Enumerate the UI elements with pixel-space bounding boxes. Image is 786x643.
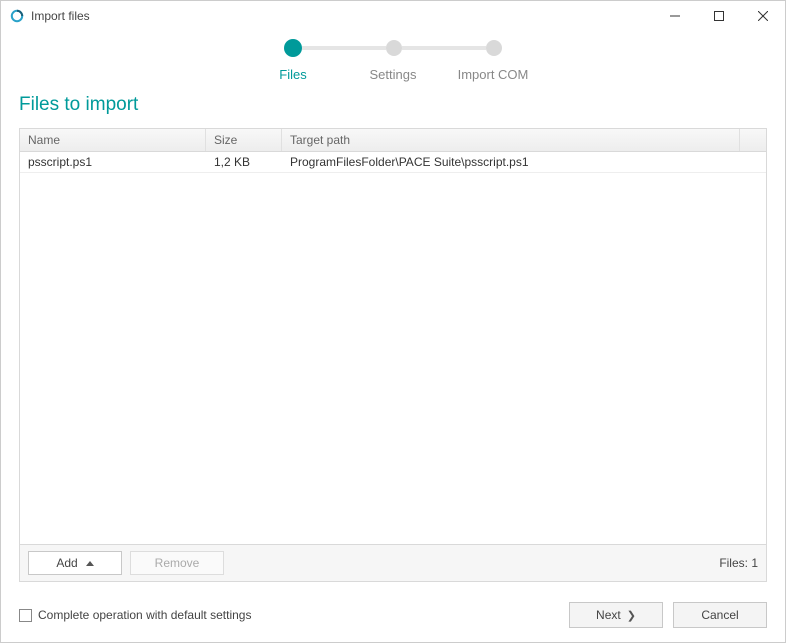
checkbox-label: Complete operation with default settings	[38, 608, 251, 622]
wizard-stepper: Files Settings Import COM	[1, 31, 785, 90]
app-icon	[9, 8, 25, 24]
column-header-size[interactable]: Size	[206, 129, 282, 151]
table-footer: Add Remove Files: 1	[20, 544, 766, 581]
close-button[interactable]	[741, 1, 785, 31]
cell-extra	[740, 152, 766, 172]
table-header: Name Size Target path	[20, 129, 766, 152]
cell-size: 1,2 KB	[206, 152, 282, 172]
titlebar: Import files	[1, 1, 785, 31]
add-button-label: Add	[56, 556, 77, 570]
step-dot-settings[interactable]	[386, 40, 402, 56]
maximize-button[interactable]	[697, 1, 741, 31]
chevron-right-icon: ❯	[627, 609, 636, 622]
cancel-button[interactable]: Cancel	[673, 602, 767, 628]
minimize-button[interactable]	[653, 1, 697, 31]
step-label-files[interactable]: Files	[243, 67, 343, 82]
column-header-name[interactable]: Name	[20, 129, 206, 151]
window-title: Import files	[31, 9, 90, 23]
next-button[interactable]: Next ❯	[569, 602, 663, 628]
add-button[interactable]: Add	[28, 551, 122, 575]
checkbox-icon	[19, 609, 32, 622]
step-line	[402, 46, 486, 50]
step-line	[302, 46, 386, 50]
column-header-extra	[740, 129, 766, 151]
bottom-bar: Complete operation with default settings…	[1, 592, 785, 642]
step-dot-files[interactable]	[284, 39, 302, 57]
files-count: Files: 1	[719, 556, 758, 570]
next-button-label: Next	[596, 608, 621, 622]
section-title: Files to import	[19, 94, 767, 116]
cell-name: psscript.ps1	[20, 152, 206, 172]
remove-button-label: Remove	[155, 556, 200, 570]
cell-path: ProgramFilesFolder\PACE Suite\psscript.p…	[282, 152, 740, 172]
step-dot-import-com[interactable]	[486, 40, 502, 56]
default-settings-checkbox[interactable]: Complete operation with default settings	[19, 608, 251, 622]
step-label-import-com[interactable]: Import COM	[443, 67, 543, 82]
table-row[interactable]: psscript.ps1 1,2 KB ProgramFilesFolder\P…	[20, 152, 766, 173]
column-header-path[interactable]: Target path	[282, 129, 740, 151]
cancel-button-label: Cancel	[701, 608, 738, 622]
window-controls	[653, 1, 785, 31]
remove-button[interactable]: Remove	[130, 551, 224, 575]
step-label-settings[interactable]: Settings	[343, 67, 443, 82]
caret-up-icon	[86, 561, 94, 566]
content-area: Files to import Name Size Target path ps…	[1, 90, 785, 592]
table-body[interactable]: psscript.ps1 1,2 KB ProgramFilesFolder\P…	[20, 152, 766, 544]
files-table: Name Size Target path psscript.ps1 1,2 K…	[19, 128, 767, 582]
